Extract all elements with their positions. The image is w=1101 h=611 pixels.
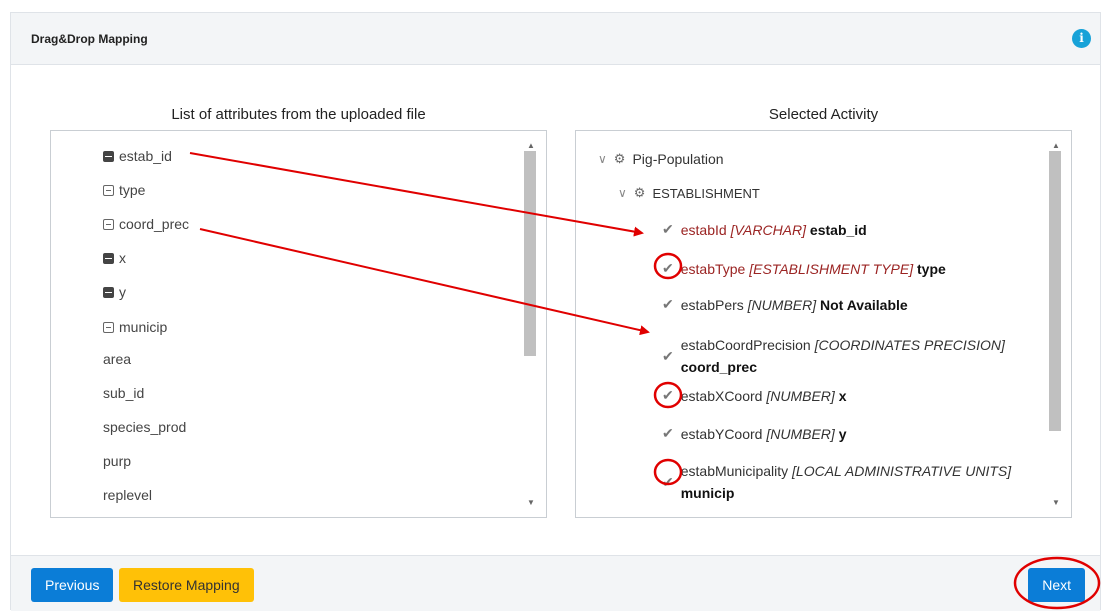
next-button[interactable]: Next bbox=[1028, 568, 1085, 602]
tree-field[interactable]: ✔ estabType [ESTABLISHMENT TYPE] type bbox=[662, 260, 946, 277]
check-icon: ✔ bbox=[662, 473, 674, 490]
empty-square-icon bbox=[103, 321, 114, 333]
empty-square-icon bbox=[103, 218, 114, 230]
attribute-item[interactable]: coord_prec bbox=[103, 216, 189, 232]
scroll-down-icon[interactable]: ▼ bbox=[1052, 498, 1060, 507]
right-panel-title: Selected Activity bbox=[768, 106, 879, 123]
attribute-item[interactable]: x bbox=[103, 250, 126, 266]
scroll-up-icon[interactable]: ▲ bbox=[527, 141, 535, 150]
tree-group[interactable]: ∨ ⚙ ESTABLISHMENT bbox=[618, 185, 760, 201]
scroll-up-icon[interactable]: ▲ bbox=[1052, 141, 1060, 150]
scrollbar[interactable]: ▲ ▼ bbox=[516, 131, 546, 517]
restore-mapping-button[interactable]: Restore Mapping bbox=[119, 568, 254, 602]
attribute-item[interactable]: species_prod bbox=[103, 419, 186, 435]
check-icon: ✔ bbox=[662, 296, 674, 312]
card-footer: Previous Restore Mapping Next bbox=[11, 555, 1100, 611]
tree-field[interactable]: ✔ estabMunicipality [LOCAL ADMINISTRATIV… bbox=[662, 460, 1031, 504]
attribute-item[interactable]: estab_id bbox=[103, 148, 172, 164]
check-icon: ✔ bbox=[662, 425, 674, 441]
attribute-item[interactable]: area bbox=[103, 351, 131, 367]
card-header: Drag&Drop Mapping i bbox=[11, 13, 1100, 65]
tree-field[interactable]: ✔ estabXCoord [NUMBER] x bbox=[662, 387, 846, 404]
tree-field[interactable]: ✔ estabYCoord [NUMBER] y bbox=[662, 425, 846, 442]
attributes-list[interactable]: estab_id type coord_prec x y municip are… bbox=[50, 130, 547, 518]
info-icon[interactable]: i bbox=[1072, 29, 1091, 48]
gear-icon: ⚙ bbox=[633, 185, 646, 200]
gears-icon: ⚙ bbox=[613, 151, 626, 166]
tree-field[interactable]: ✔ estabPers [NUMBER] Not Available bbox=[662, 296, 908, 313]
attribute-item[interactable]: replevel bbox=[103, 487, 152, 503]
attribute-item[interactable]: y bbox=[103, 284, 126, 300]
check-icon: ✔ bbox=[662, 260, 674, 276]
scrollbar[interactable]: ▲ ▼ bbox=[1041, 131, 1071, 517]
left-panel-title: List of attributes from the uploaded fil… bbox=[171, 106, 426, 123]
tree-root[interactable]: ∨ ⚙ Pig-Population bbox=[598, 151, 724, 167]
page-title: Drag&Drop Mapping bbox=[31, 32, 148, 46]
scrollbar-thumb[interactable] bbox=[1049, 151, 1061, 431]
attribute-item[interactable]: sub_id bbox=[103, 385, 144, 401]
attribute-item[interactable]: type bbox=[103, 182, 145, 198]
scroll-down-icon[interactable]: ▼ bbox=[527, 498, 535, 507]
activity-tree[interactable]: ∨ ⚙ Pig-Population ∨ ⚙ ESTABLISHMENT ✔ e… bbox=[575, 130, 1072, 518]
filled-square-icon bbox=[103, 252, 114, 264]
attribute-item[interactable]: municip bbox=[103, 319, 167, 335]
chevron-down-icon[interactable]: ∨ bbox=[618, 186, 627, 200]
filled-square-icon bbox=[103, 286, 114, 298]
tree-field[interactable]: ✔ estabCoordPrecision [COORDINATES PRECI… bbox=[662, 334, 1031, 378]
empty-square-icon bbox=[103, 184, 114, 196]
tree-field[interactable]: ✔ estabId [VARCHAR] estab_id bbox=[662, 221, 867, 238]
previous-button[interactable]: Previous bbox=[31, 568, 114, 602]
chevron-down-icon[interactable]: ∨ bbox=[598, 152, 607, 166]
scrollbar-thumb[interactable] bbox=[524, 151, 536, 356]
mapping-card: Drag&Drop Mapping i List of attributes f… bbox=[10, 12, 1101, 611]
check-icon: ✔ bbox=[662, 221, 674, 237]
check-icon: ✔ bbox=[662, 347, 674, 364]
check-icon: ✔ bbox=[662, 387, 674, 403]
filled-square-icon bbox=[103, 150, 114, 162]
attribute-item[interactable]: purp bbox=[103, 453, 131, 469]
